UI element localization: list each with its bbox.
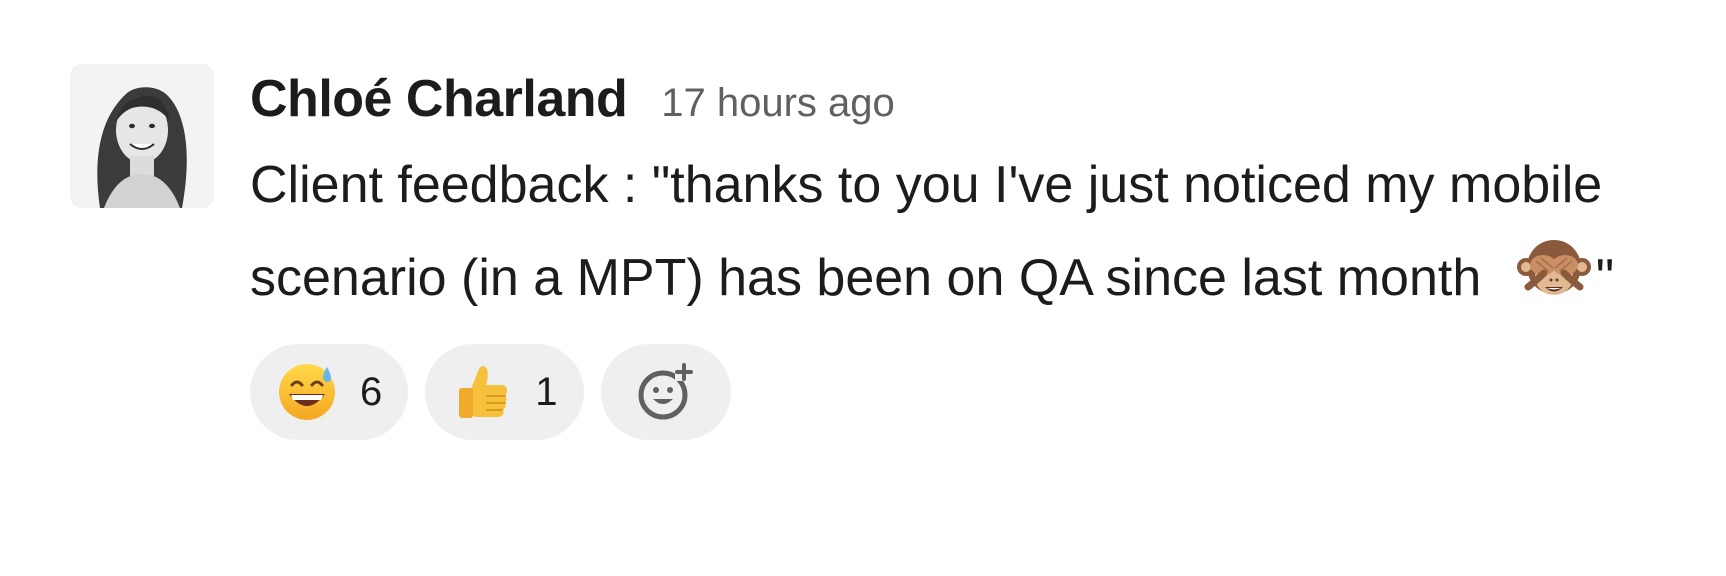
reactions-bar: 6 1 [250,344,1660,440]
message-timestamp[interactable]: 17 hours ago [661,68,895,138]
user-photo-avatar-icon [70,64,214,208]
add-reaction-icon [635,361,697,423]
message-text-main: Client feedback : "thanks to you I've ju… [250,156,1603,307]
author-name[interactable]: Chloé Charland [250,64,628,134]
avatar[interactable] [70,64,214,208]
add-reaction-button[interactable] [600,344,731,440]
message-text-end: " [1595,249,1615,307]
reaction-grinning-sweat[interactable]: 6 [250,344,409,440]
message-text: Client feedback : "thanks to you I've ju… [250,142,1660,322]
message-content: Chloé Charland 17 hours ago Client feedb… [250,64,1660,440]
reaction-thumbs-up[interactable]: 1 [425,344,584,440]
message-header: Chloé Charland 17 hours ago [250,64,1660,134]
see-no-evil-monkey-icon [1514,229,1594,309]
message: Chloé Charland 17 hours ago Client feedb… [70,64,1680,534]
reaction-count: 1 [535,369,558,414]
thumbs-up-icon [451,361,513,423]
reaction-count: 6 [360,369,383,414]
grinning-face-with-sweat-icon [276,361,338,423]
